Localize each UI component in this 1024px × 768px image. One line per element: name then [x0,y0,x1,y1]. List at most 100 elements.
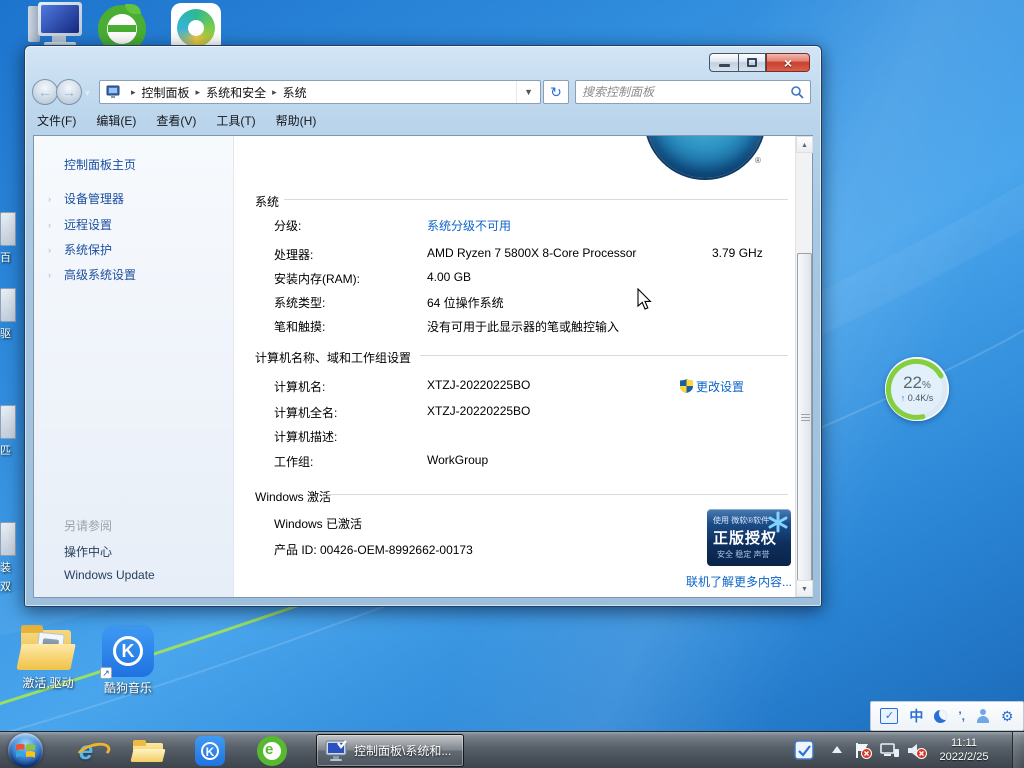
registered-mark: ® [755,156,761,165]
partial-icon-label: 双 [0,578,20,594]
scrollbar-grip [801,414,810,415]
speedball-percent: 22% [885,373,949,393]
search-input[interactable] [576,85,790,99]
product-id: 产品 ID: 00426-OEM-8992662-00173 [274,541,473,558]
ime-punctuation-icon[interactable]: ’, [958,710,965,722]
breadcrumb[interactable]: ▸ 控制面板 ▸ 系统和安全 ▸ 系统 ▼ [99,80,541,104]
sidebar-item-remote-settings[interactable]: 远程设置 [64,216,112,233]
change-settings-link[interactable]: 更改设置 [680,378,744,395]
vertical-scrollbar[interactable]: ▲ ▼ [795,136,812,597]
upload-arrow-icon: ↑ [901,393,906,403]
show-hidden-icons-arrow[interactable] [832,746,842,753]
pen-touch-value: 没有可用于此显示器的笔或触控输入 [427,318,619,335]
taskbar-kugou-icon[interactable]: K [190,734,230,767]
breadcrumb-item-control-panel[interactable]: 控制面板 [142,84,190,101]
rating-link[interactable]: 系统分级不可用 [427,217,511,234]
taskbar-active-task-control-panel[interactable]: 控制面板\系统和... [316,734,464,767]
clock-date: 2022/2/25 [924,750,1004,764]
sidebar-item-action-center[interactable]: 操作中心 [64,543,112,560]
start-button[interactable] [8,733,43,768]
partial-icon-label: 匹 [0,442,20,458]
desktop-icon-partial-4[interactable]: 装 双 [0,522,20,594]
sidebar-item-control-panel-home[interactable]: 控制面板主页 [64,156,136,173]
menu-help[interactable]: 帮助(H) [276,112,317,129]
active-task-label: 控制面板\系统和... [354,742,451,759]
partial-icon [0,212,16,246]
action-center-flag-icon[interactable] [854,742,872,759]
rating-label: 分级: [274,217,301,234]
taskbar-explorer-icon[interactable] [128,734,168,767]
show-desktop-button[interactable] [1012,732,1024,768]
ime-user-dict-icon[interactable] [976,709,990,723]
desktop-icon-partial-3[interactable]: 匹 [0,405,20,458]
desktop-icon-label: 酷狗音乐 [96,679,160,696]
task-arrow-icon: › [48,270,51,280]
breadcrumb-separator-icon: ▸ [190,87,207,98]
sidebar-see-also-header: 另请参阅 [64,517,112,534]
computer-name-value: XTZJ-20220225BO [427,378,530,392]
ime-halfwidth-moon-icon[interactable] [934,710,947,723]
menu-tools[interactable]: 工具(T) [216,112,255,129]
computer-name-label: 计算机名: [274,378,325,395]
tray-app-check-icon[interactable] [794,740,814,760]
scroll-down-button[interactable]: ▼ [796,580,813,597]
section-divider [420,355,788,356]
workgroup-label: 工作组: [274,453,313,470]
partial-icon [0,522,16,556]
ime-chinese-mode-icon[interactable]: 中 [909,709,923,723]
sidebar-item-advanced-settings[interactable]: 高级系统设置 [64,266,136,283]
address-dropdown-icon[interactable]: ▼ [516,81,540,103]
genuine-microsoft-badge[interactable]: 使用 微软®软件 正版授权 安全 稳定 声誉 [707,509,791,566]
maximize-icon [747,58,757,67]
maximize-button[interactable] [738,53,766,72]
minimize-button[interactable] [709,53,738,72]
desktop-icon-partial-2[interactable]: 驱 [0,288,20,341]
partial-icon [0,405,16,439]
ime-settings-gear-icon[interactable]: ⚙ [1001,709,1014,723]
speedball-widget[interactable]: 22% ↑ 0.4K/s [885,357,949,421]
network-icon[interactable] [880,742,900,758]
back-button[interactable]: ← [32,79,58,105]
sidebar-item-windows-update[interactable]: Windows Update [64,568,155,582]
desktop-icon-partial-1[interactable]: 百 [0,212,20,265]
sidebar-item-device-manager[interactable]: 设备管理器 [64,190,124,207]
ram-value: 4.00 GB [427,270,471,284]
ram-label: 安装内存(RAM): [274,270,360,287]
menu-file[interactable]: 文件(F) [37,112,76,129]
sidebar-item-system-protection[interactable]: 系统保护 [64,241,112,258]
scroll-up-button[interactable]: ▲ [796,136,813,153]
taskbar-clock[interactable]: 11:11 2022/2/25 [924,736,1004,764]
partial-icon-label: 装 [0,559,20,575]
taskbar-ie-icon[interactable]: e [66,734,106,767]
close-icon: × [784,56,792,70]
desktop-icon-label: 激活,驱动 [12,674,84,691]
scrollbar-thumb[interactable] [797,253,812,581]
speedball-speed: ↑ 0.4K/s [885,393,949,403]
search-icon[interactable] [790,85,804,99]
desktop-icon-computer[interactable] [24,2,88,48]
desktop-icon-kugou[interactable]: K ↗ 酷狗音乐 [96,625,160,696]
menu-edit[interactable]: 编辑(E) [96,112,136,129]
breadcrumb-separator-icon: ▸ [125,87,142,98]
computer-icon [28,2,84,48]
refresh-button[interactable]: ↻ [543,80,569,104]
close-button[interactable]: × [766,53,810,72]
system-properties-window: × ← → ▾ ▸ 控制面板 ▸ 系统和安全 ▸ 系统 ▼ ↻ [24,45,822,607]
workgroup-value: WorkGroup [427,453,488,467]
task-arrow-icon: › [48,245,51,255]
windows-flag-icon [16,742,35,759]
uac-shield-icon [680,379,693,393]
breadcrumb-item-system[interactable]: 系统 [283,84,307,101]
ime-indicator-icon[interactable]: ✓ [880,708,898,724]
control-panel-icon [105,85,121,99]
learn-more-link[interactable]: 联机了解更多内容... [686,573,792,590]
desktop-icon-activation-folder[interactable]: 激活,驱动 [12,624,84,691]
menu-view[interactable]: 查看(V) [156,112,196,129]
nav-history-chevron-icon[interactable]: ▾ [85,88,90,99]
window-client-area: 控制面板主页 › 设备管理器 › 远程设置 › 系统保护 › 高级系统设置 另请… [33,135,813,598]
taskbar-browser360-icon[interactable]: e [252,734,292,767]
breadcrumb-item-system-security[interactable]: 系统和安全 [206,84,266,101]
forward-button[interactable]: → [56,79,82,105]
task-arrow-icon: › [48,220,51,230]
cpu-speed: 3.79 GHz [712,246,763,260]
